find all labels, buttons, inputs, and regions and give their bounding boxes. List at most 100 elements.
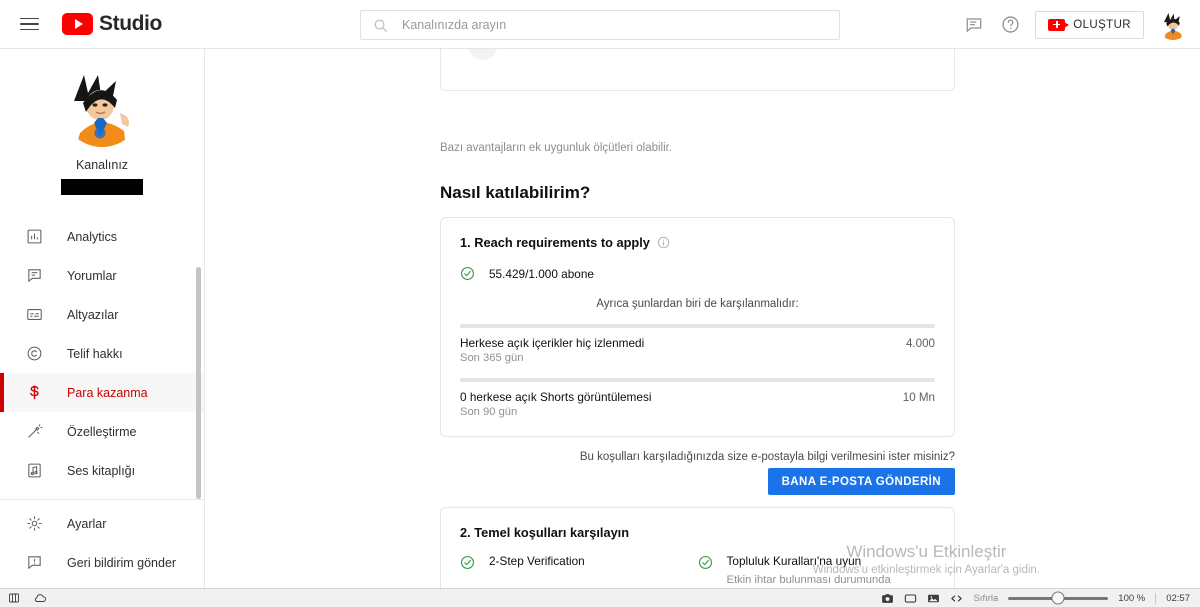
channel-block: Kanalınız [0,49,204,195]
analytics-icon [23,228,45,245]
subscriber-requirement-row: 55.429/1.000 abone [441,250,954,281]
bottom-right-controls: Sıfırla 100 % 02:57 [881,591,1200,605]
sidebar-nav: Analytics Yorumlar Altyazılar Telif hakk… [0,217,204,582]
community-guidelines-note-wrap: Etkin ihtar bulunması durumunda kullanıl… [727,572,936,588]
monetization-icon [23,384,45,401]
sidebar-item-label: Ses kitaplığı [67,463,136,478]
video-plus-icon [1048,18,1070,31]
reset-zoom-label[interactable]: Sıfırla [973,593,998,604]
card1-title: 1. Reach requirements to apply [460,235,650,250]
bottom-left-icons [0,591,47,605]
sidebar-item-copyright[interactable]: Telif hakkı [0,334,204,373]
two-step-verification-item: 2-Step Verification [460,554,698,588]
camera-icon[interactable] [881,592,894,605]
header-actions: OLUŞTUR [963,0,1188,49]
help-icon[interactable] [999,14,1021,36]
community-guidelines-note: Etkin ihtar bulunması durumunda kullanıl… [726,574,891,586]
progress-item-shorts: 0 herkese açık Shorts görüntülemesi Son … [441,378,954,418]
search-bar[interactable] [360,10,840,40]
sidebar-item-customization[interactable]: Özelleştirme [0,412,204,451]
image-icon[interactable] [927,592,940,605]
create-button[interactable]: OLUŞTUR [1035,10,1144,39]
panel-icon[interactable] [8,592,20,604]
page-title: Nasıl katılabilirim? [440,183,591,202]
card2-title: 2. Temel koşulları karşılayın [460,525,630,540]
progress-period: Son 365 gün [460,352,524,364]
reach-requirements-card: 1. Reach requirements to apply 55.429/1.… [440,217,955,437]
search-icon [373,18,388,33]
sidebar-item-label: Ayarlar [67,516,107,531]
check-circle-icon [698,555,713,570]
create-button-label: OLUŞTUR [1073,18,1131,31]
channel-handle-redacted [61,179,143,195]
comments-icon [23,267,45,284]
placeholder-circle-icon [469,49,497,60]
eligibility-note: Bazı avantajların ek uygunluk ölçütleri … [440,142,673,154]
sidebar-item-label: Altyazılar [67,307,119,322]
youtube-play-icon [62,13,93,35]
channel-name: Kanalınız [75,158,129,172]
sidebar-item-subtitles[interactable]: Altyazılar [0,295,204,334]
two-step-label: 2-Step Verification [489,554,585,568]
info-icon[interactable] [657,236,670,249]
avatar[interactable] [1158,9,1188,40]
sidebar-item-label: Geri bildirim gönder [67,555,177,570]
sidebar-item-analytics[interactable]: Analytics [0,217,204,256]
sidebar-item-label: Yorumlar [67,268,117,283]
check-circle-icon [460,555,475,570]
sidebar-item-audio-library[interactable]: Ses kitaplığı [0,451,204,490]
studio-wordmark: Studio [99,12,162,35]
card1-header: 1. Reach requirements to apply [441,218,954,250]
feedback-icon[interactable] [963,14,985,36]
copyright-icon [23,345,45,362]
progress-label: Herkese açık içerikler hiç izlenmedi [460,336,645,350]
hamburger-icon[interactable] [20,12,44,36]
zoom-slider[interactable] [1008,591,1109,605]
youtube-studio-logo[interactable]: Studio [62,12,162,36]
sidebar-scrollbar[interactable] [196,267,201,499]
sidebar-item-label: Analytics [67,229,118,244]
progress-target: 10 Mn [902,391,935,404]
zoom-slider-thumb[interactable] [1051,591,1065,605]
sidebar-divider [0,499,204,500]
bottom-divider [1155,592,1157,604]
bottom-toolbar: Sıfırla 100 % 02:57 [0,588,1200,607]
send-me-email-button[interactable]: BANA E-POSTA GÖNDERİN [767,468,955,495]
check-circle-icon [460,266,475,281]
zoom-level-label: 100 % [1118,592,1146,604]
sidebar-item-send-feedback[interactable]: Geri bildirim gönder [0,543,204,582]
cloud-icon[interactable] [33,591,47,605]
customization-icon [23,423,45,440]
sidebar-item-settings[interactable]: Ayarlar [0,504,204,543]
subscriber-count-label: 55.429/1.000 abone [489,266,594,281]
audio-library-icon [23,462,45,479]
youtube-studio-window: Studio Kanalınızda arayın OLUŞTUR Kanalı… [0,0,1200,607]
partial-card-above [440,49,955,91]
progress-bar [460,324,935,328]
main-content: Bazı avantajların ek uygunluk ölçütleri … [206,49,1200,588]
community-guidelines-item: Topluluk Kuralları'na uyun Etkin ihtar b… [698,554,936,588]
channel-avatar[interactable] [62,67,142,147]
email-notify-prompt: Bu koşulları karşıladığınızda size e-pos… [579,451,955,463]
card2-columns: 2-Step Verification Topluluk Kuralları'n… [441,554,954,588]
sidebar-item-label: Telif hakkı [67,346,123,361]
sidebar-item-label: Özelleştirme [67,424,137,439]
progress-label: 0 herkese açık Shorts görüntülemesi [460,390,652,404]
card2-header: 2. Temel koşulları karşılayın [441,508,954,540]
window-icon[interactable] [904,592,917,605]
search-input[interactable] [402,18,839,32]
additional-requirements-label: Ayrıca şunlardan biri de karşılanmalıdır… [596,298,799,310]
progress-bar [460,378,935,382]
time-label: 02:57 [1166,592,1190,604]
sidebar-item-comments[interactable]: Yorumlar [0,256,204,295]
progress-item-views: Herkese açık içerikler hiç izlenmedi Son… [441,324,954,364]
sidebar-item-monetization[interactable]: Para kazanma [0,373,204,412]
gear-icon [23,515,45,532]
code-icon[interactable] [950,592,963,605]
subtitles-icon [23,306,45,323]
progress-period: Son 90 gün [460,406,518,418]
community-guidelines-label: Topluluk Kuralları'na uyun [726,554,862,568]
sidebar: Kanalınız Analytics Yorumlar Altyazılar … [0,49,205,588]
sidebar-item-label: Para kazanma [67,385,148,400]
basic-requirements-card: 2. Temel koşulları karşılayın 2-Step Ver… [440,507,955,588]
